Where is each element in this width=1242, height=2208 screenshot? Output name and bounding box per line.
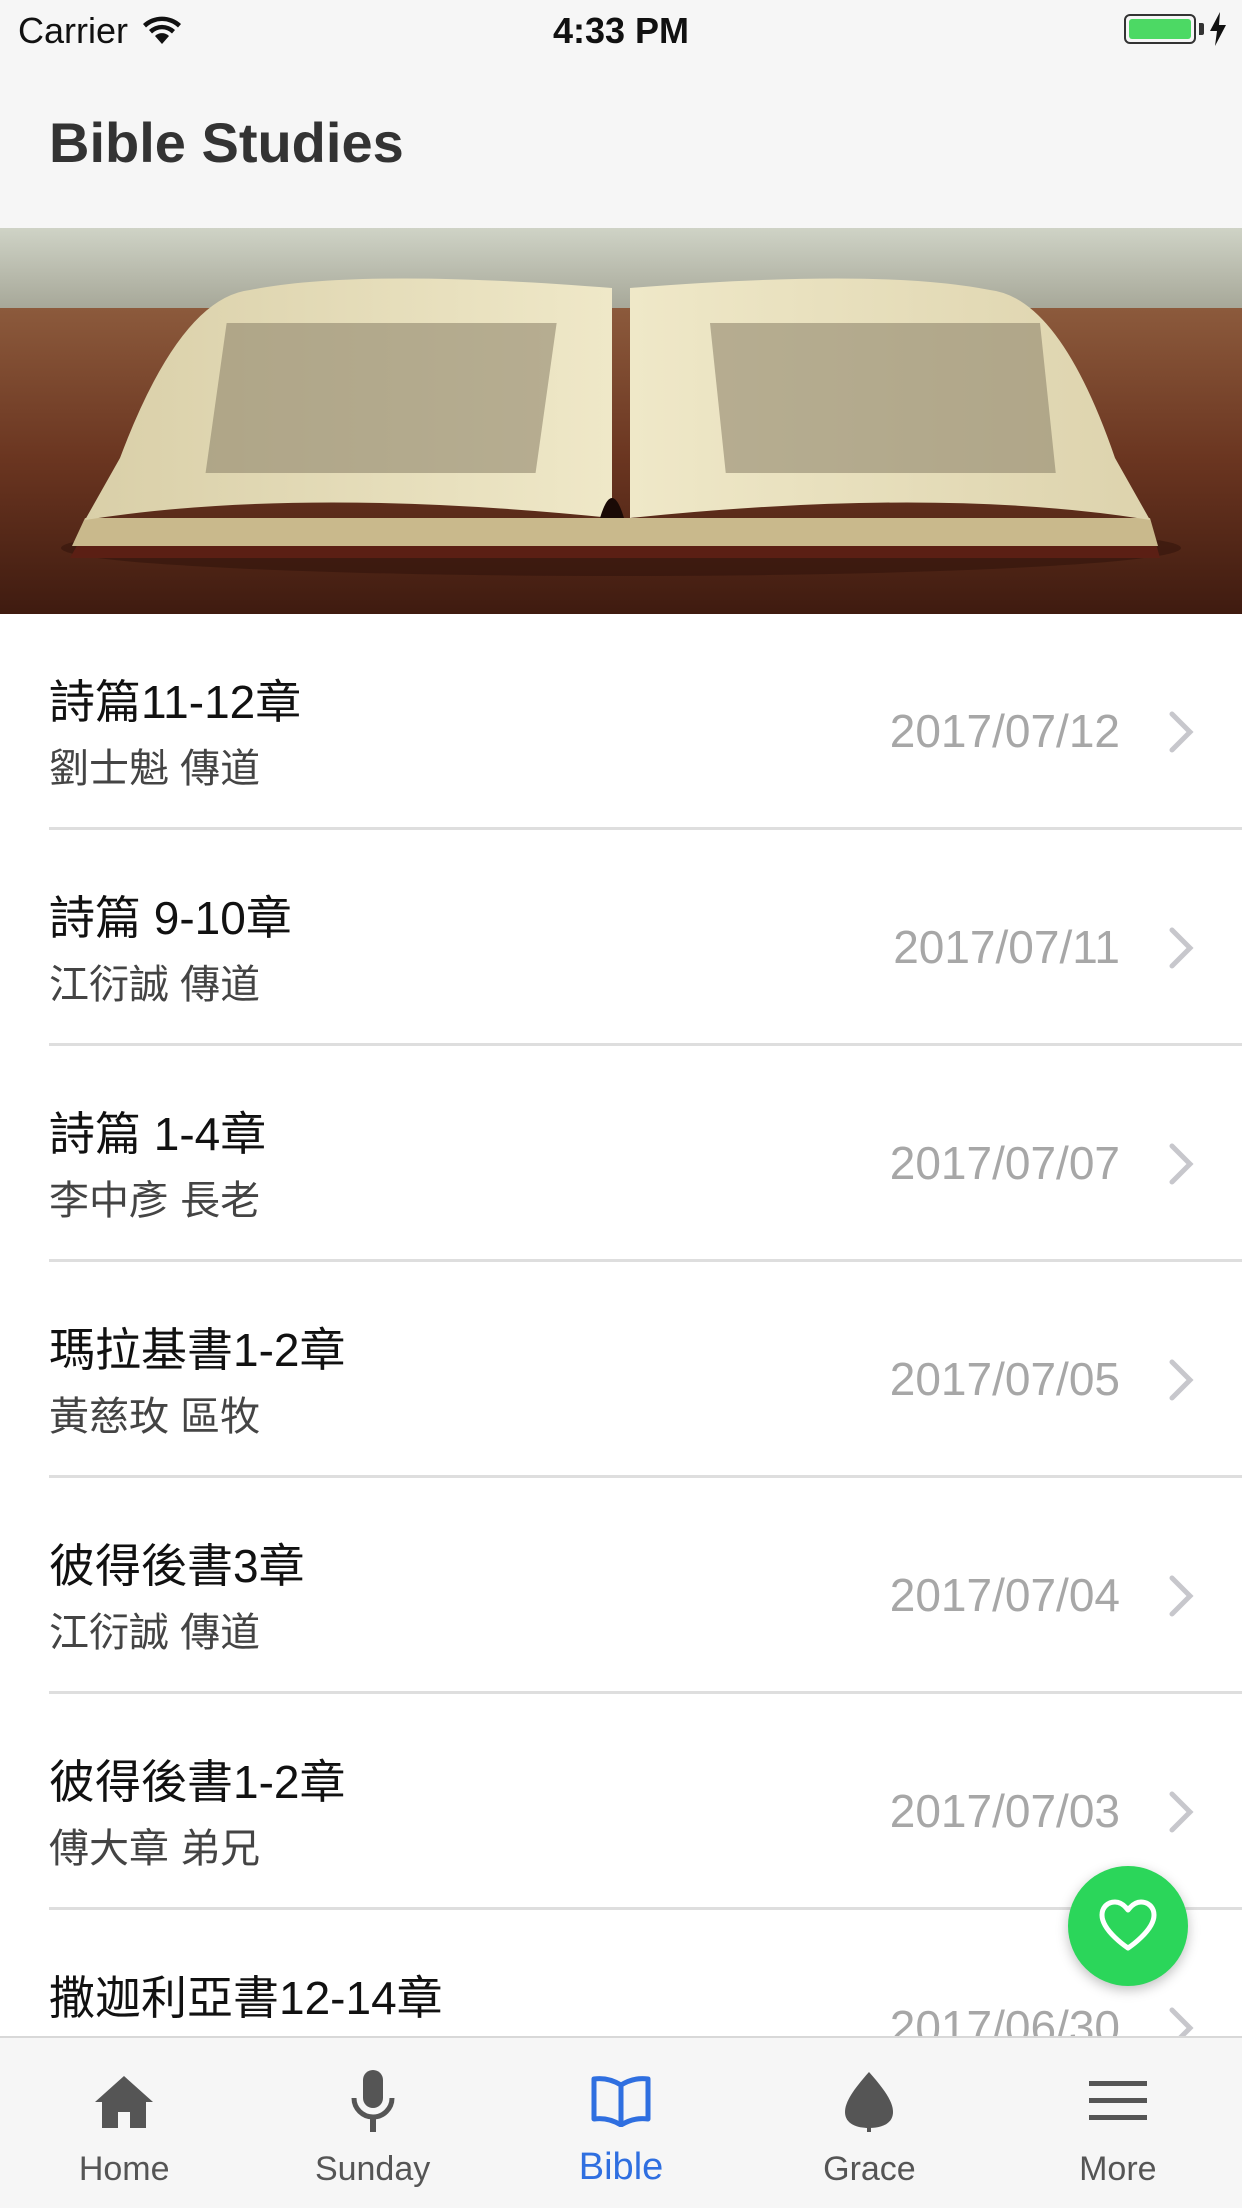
navigation-bar: Bible Studies <box>0 62 1242 228</box>
chevron-right-icon <box>1169 927 1194 969</box>
tab-label: Sunday <box>314 2150 431 2188</box>
tab-label: Bible <box>578 2146 664 2188</box>
study-date: 2017/07/12 <box>889 705 1120 757</box>
study-speaker: 江衍誠 傳道 <box>49 1611 261 1655</box>
study-title: 撒迦利亞書12-14章 <box>49 1972 443 2024</box>
study-row[interactable]: 詩篇 9-10章 江衍誠 傳道 2017/07/11 <box>0 830 1242 1046</box>
study-list: 詩篇11-12章 劉士魁 傳道 2017/07/12 詩篇 9-10章 江衍誠 … <box>0 614 1242 2126</box>
battery-icon <box>1124 14 1196 44</box>
microphone-icon <box>338 2066 408 2136</box>
chevron-right-icon <box>1169 711 1194 753</box>
study-row[interactable]: 詩篇11-12章 劉士魁 傳道 2017/07/12 <box>0 614 1242 830</box>
open-book-icon <box>586 2066 656 2136</box>
study-row[interactable]: 瑪拉基書1-2章 黃慈玫 區牧 2017/07/05 <box>0 1262 1242 1478</box>
open-book-illustration <box>0 228 1242 614</box>
study-row[interactable]: 彼得後書3章 江衍誠 傳道 2017/07/04 <box>0 1478 1242 1694</box>
study-date: 2017/07/05 <box>889 1353 1120 1405</box>
study-title: 詩篇 9-10章 <box>49 892 292 944</box>
home-icon <box>89 2066 159 2136</box>
study-title: 詩篇 1-4章 <box>49 1108 267 1160</box>
study-row[interactable]: 彼得後書1-2章 傅大章 弟兄 2017/07/03 <box>0 1694 1242 1910</box>
study-title: 瑪拉基書1-2章 <box>49 1324 346 1376</box>
menu-icon <box>1083 2066 1153 2136</box>
favorite-button[interactable] <box>1068 1866 1188 1986</box>
tab-more[interactable]: More <box>994 2038 1242 2208</box>
tab-bible[interactable]: Bible <box>497 2038 745 2208</box>
study-title: 彼得後書3章 <box>49 1540 305 1592</box>
tab-sunday[interactable]: Sunday <box>248 2038 496 2208</box>
study-date: 2017/07/04 <box>889 1569 1120 1621</box>
study-title: 彼得後書1-2章 <box>49 1756 346 1808</box>
tab-label: Grace <box>823 2150 916 2188</box>
status-bar: Carrier 4:33 PM <box>0 0 1242 62</box>
study-speaker: 黃慈玫 區牧 <box>49 1395 261 1439</box>
charging-bolt-icon <box>1210 12 1226 46</box>
leaf-icon <box>834 2066 904 2136</box>
tab-label: More <box>1079 2150 1157 2188</box>
chevron-right-icon <box>1169 1359 1194 1401</box>
study-speaker: 傅大章 弟兄 <box>49 1827 261 1871</box>
study-date: 2017/07/07 <box>889 1137 1120 1189</box>
hero-book-image <box>0 228 1242 614</box>
tab-label: Home <box>78 2150 170 2188</box>
chevron-right-icon <box>1169 1791 1194 1833</box>
study-speaker: 李中彥 長老 <box>49 1179 261 1223</box>
study-title: 詩篇11-12章 <box>49 676 302 728</box>
study-date: 2017/07/03 <box>889 1785 1120 1837</box>
tab-home[interactable]: Home <box>0 2038 248 2208</box>
study-row[interactable]: 詩篇 1-4章 李中彥 長老 2017/07/07 <box>0 1046 1242 1262</box>
study-date: 2017/07/11 <box>893 921 1120 973</box>
page-title: Bible Studies <box>49 111 404 174</box>
study-speaker: 江衍誠 傳道 <box>49 963 261 1007</box>
chevron-right-icon <box>1169 1575 1194 1617</box>
tab-bar: Home Sunday Bible Grace More <box>0 2036 1242 2208</box>
heart-icon <box>1099 1899 1157 1951</box>
chevron-right-icon <box>1169 1143 1194 1185</box>
status-time: 4:33 PM <box>552 10 690 51</box>
study-speaker: 劉士魁 傳道 <box>49 747 261 791</box>
tab-grace[interactable]: Grace <box>745 2038 993 2208</box>
battery-tip <box>1199 23 1204 35</box>
